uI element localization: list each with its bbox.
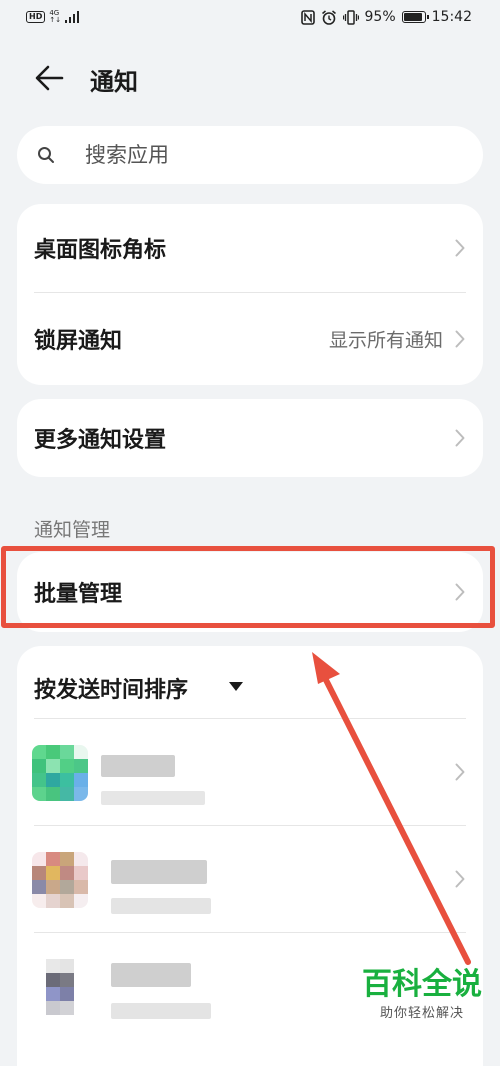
app-icon-blurred xyxy=(32,959,88,1015)
chevron-right-icon xyxy=(455,763,465,781)
settings-card-1: 桌面图标角标 锁屏通知 显示所有通知 xyxy=(17,204,483,385)
battery-percent: 95% xyxy=(364,9,396,25)
hd-badge: HD xyxy=(26,11,46,23)
network-type: 4G ↑↓ xyxy=(49,9,62,24)
row-label: 锁屏通知 xyxy=(34,329,123,354)
chevron-right-icon xyxy=(455,583,465,601)
section-title: 通知管理 xyxy=(34,519,111,541)
vibrate-icon xyxy=(342,9,359,25)
status-left: HD 4G ↑↓ xyxy=(26,9,80,24)
sort-selector[interactable]: 按发送时间排序 xyxy=(17,646,483,718)
search-bar[interactable] xyxy=(17,126,483,184)
row-label: 桌面图标角标 xyxy=(34,238,167,263)
row-badge[interactable]: 桌面图标角标 xyxy=(17,204,483,292)
battery-icon xyxy=(401,11,429,23)
settings-card-2: 更多通知设置 xyxy=(17,399,483,477)
row-value: 显示所有通知 xyxy=(328,329,443,352)
page-title: 通知 xyxy=(90,68,138,96)
search-icon xyxy=(38,147,54,163)
watermark-logo: 百科全说 助你轻松解决 xyxy=(362,967,482,1022)
watermark-title: 百科全说 xyxy=(362,967,482,1002)
app-row[interactable] xyxy=(17,826,483,932)
clock: 15:42 xyxy=(431,9,472,25)
chevron-right-icon xyxy=(455,429,465,447)
watermark-subtitle: 助你轻松解决 xyxy=(379,1006,464,1021)
sort-label: 按发送时间排序 xyxy=(34,678,189,703)
app-name-blurred xyxy=(111,860,207,884)
app-icon-blurred xyxy=(32,745,88,801)
row-more-notification-settings[interactable]: 更多通知设置 xyxy=(17,399,483,477)
caret-down-icon xyxy=(229,682,243,691)
app-name-blurred xyxy=(101,755,175,777)
chevron-right-icon xyxy=(455,330,465,348)
nfc-icon xyxy=(300,9,315,25)
alarm-icon xyxy=(321,9,336,25)
app-subtitle-blurred xyxy=(101,791,205,805)
status-bar: HD 4G ↑↓ 95% 15:42 xyxy=(0,0,500,38)
app-subtitle-blurred xyxy=(111,898,211,914)
row-label: 批量管理 xyxy=(34,582,123,607)
search-input[interactable] xyxy=(83,134,467,176)
app-name-blurred xyxy=(111,963,191,987)
row-batch-management[interactable]: 批量管理 xyxy=(17,552,483,632)
row-label: 更多通知设置 xyxy=(34,428,167,453)
row-lockscreen-notifications[interactable]: 锁屏通知 显示所有通知 xyxy=(17,293,483,385)
batch-card: 批量管理 xyxy=(17,552,483,632)
battery-level xyxy=(403,13,422,21)
app-icon-blurred xyxy=(32,852,88,908)
app-row[interactable] xyxy=(17,719,483,825)
status-right: 95% 15:42 xyxy=(300,9,472,25)
chevron-right-icon xyxy=(455,239,465,257)
page-header: 通知 xyxy=(0,50,500,106)
chevron-right-icon xyxy=(455,870,465,888)
signal-icon xyxy=(65,11,80,23)
back-arrow-icon[interactable] xyxy=(32,62,68,94)
app-subtitle-blurred xyxy=(111,1003,211,1019)
